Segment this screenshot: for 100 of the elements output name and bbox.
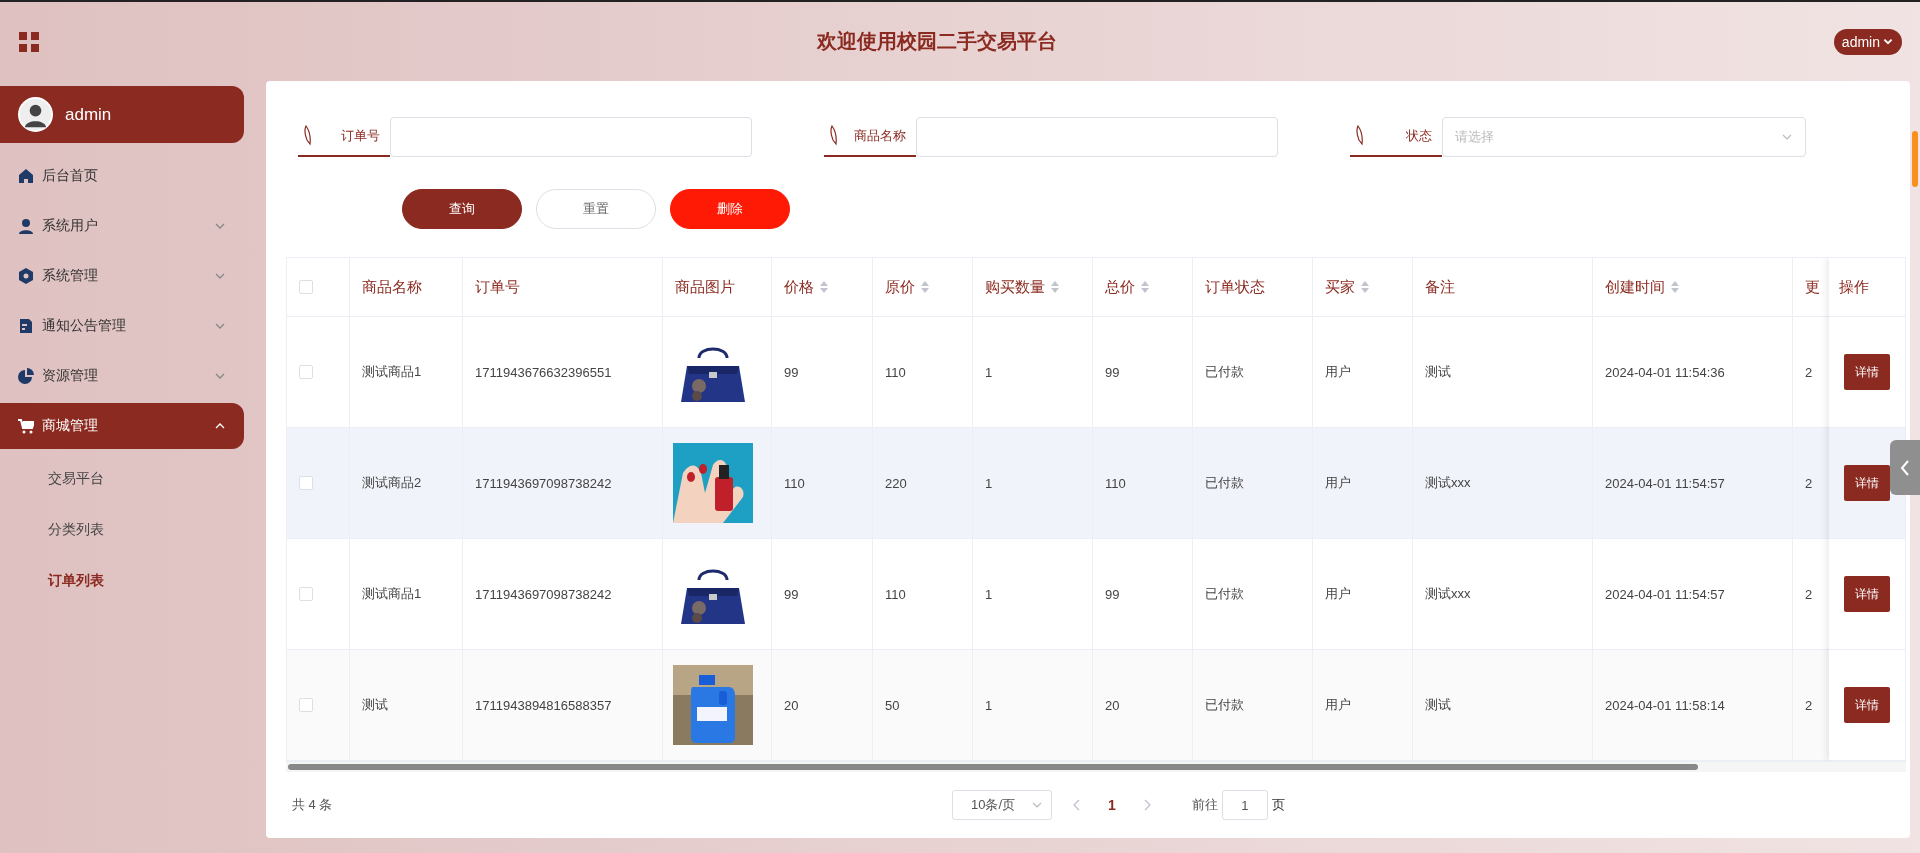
pen-icon bbox=[302, 125, 314, 147]
table-cell: 2024-04-01 11:54:36 bbox=[1605, 364, 1725, 380]
table-cell: 1 bbox=[985, 586, 993, 602]
table-cell: 110 bbox=[885, 586, 906, 602]
delete-button[interactable]: 删除 bbox=[670, 189, 790, 229]
table-cell: 2 bbox=[1805, 697, 1813, 713]
avatar bbox=[18, 97, 53, 132]
input-field[interactable] bbox=[390, 117, 752, 157]
table-cell: 测试 bbox=[1425, 363, 1451, 381]
menu-icon[interactable] bbox=[18, 30, 40, 53]
details-button[interactable]: 详情 bbox=[1844, 576, 1890, 612]
table-cell: 已付款 bbox=[1205, 585, 1244, 603]
sidebar-item[interactable]: 商城管理 bbox=[0, 403, 244, 449]
sort-icon[interactable] bbox=[1141, 281, 1149, 293]
table-cell: 2024-04-01 11:54:57 bbox=[1605, 475, 1725, 491]
page-input[interactable]: 1 bbox=[1221, 790, 1268, 820]
sort-icon[interactable] bbox=[1671, 281, 1679, 293]
table-cell: 测试xxx bbox=[1425, 585, 1471, 603]
column-header: 原价 bbox=[885, 277, 915, 297]
table-cell: 1711943697098738242 bbox=[475, 586, 612, 602]
sort-icon[interactable] bbox=[1051, 281, 1059, 293]
checkbox[interactable] bbox=[299, 476, 313, 490]
sidebar-item[interactable]: 系统管理 bbox=[0, 253, 244, 299]
checkbox[interactable] bbox=[299, 365, 313, 379]
sidebar-item[interactable]: 系统用户 bbox=[0, 203, 244, 249]
input-field[interactable] bbox=[916, 117, 1278, 157]
filter-label: 订单号 bbox=[341, 127, 381, 145]
table-cell: 2 bbox=[1805, 586, 1813, 602]
search-button[interactable]: 查询 bbox=[402, 189, 522, 229]
scrollbar-thumb[interactable] bbox=[288, 764, 1698, 770]
home-icon bbox=[18, 168, 34, 184]
column-header: 订单号 bbox=[475, 277, 520, 297]
table-cell: 1 bbox=[985, 475, 993, 491]
table-cell: 110 bbox=[885, 364, 906, 380]
column-header: 更 bbox=[1805, 277, 1820, 297]
checkbox[interactable] bbox=[299, 698, 313, 712]
table-cell: 已付款 bbox=[1205, 474, 1244, 492]
checkbox[interactable] bbox=[299, 280, 313, 294]
column-header: 备注 bbox=[1425, 277, 1455, 297]
table-cell: 220 bbox=[885, 475, 907, 491]
column-header: 操作 bbox=[1839, 277, 1869, 297]
table-cell: 测试商品1 bbox=[362, 363, 422, 381]
column-header: 购买数量 bbox=[985, 277, 1045, 297]
sort-icon[interactable] bbox=[820, 281, 828, 293]
total-count: 共 4 条 bbox=[292, 796, 334, 814]
table-cell: 99 bbox=[784, 586, 799, 602]
column-header: 商品图片 bbox=[675, 277, 735, 297]
details-button[interactable]: 详情 bbox=[1844, 354, 1890, 390]
sidebar-item[interactable]: 通知公告管理 bbox=[0, 303, 244, 349]
table-cell: 用户 bbox=[1325, 585, 1351, 603]
checkbox[interactable] bbox=[299, 587, 313, 601]
filter-label: 商品名称 bbox=[854, 127, 907, 145]
table-cell: 99 bbox=[784, 364, 799, 380]
table-cell: 测试商品2 bbox=[362, 474, 422, 492]
sort-icon[interactable] bbox=[921, 281, 929, 293]
column-header: 创建时间 bbox=[1605, 277, 1665, 297]
hexagon-icon bbox=[18, 268, 34, 284]
table-cell: 已付款 bbox=[1205, 363, 1244, 381]
table-cell: 2 bbox=[1805, 475, 1813, 491]
table-cell: 2 bbox=[1805, 364, 1813, 380]
side-tab[interactable] bbox=[1890, 440, 1920, 495]
table-cell: 测试商品1 bbox=[362, 585, 422, 603]
table-cell: 测试 bbox=[1425, 696, 1451, 714]
column-header: 买家 bbox=[1325, 277, 1355, 297]
page-size-select[interactable]: 10条/页 bbox=[952, 790, 1052, 820]
cart-icon bbox=[18, 418, 34, 434]
sort-icon[interactable] bbox=[1361, 281, 1369, 293]
table-cell: 110 bbox=[1105, 475, 1126, 491]
submenu-item[interactable]: 分类列表 bbox=[0, 504, 266, 555]
table-cell: 99 bbox=[1105, 586, 1120, 602]
table-cell: 20 bbox=[1105, 697, 1120, 713]
table-cell: 已付款 bbox=[1205, 696, 1244, 714]
pen-icon bbox=[1354, 125, 1366, 147]
column-header: 总价 bbox=[1105, 277, 1135, 297]
details-button[interactable]: 详情 bbox=[1844, 465, 1890, 501]
table-cell: 测试xxx bbox=[1425, 474, 1471, 492]
reset-button[interactable]: 重置 bbox=[536, 189, 656, 229]
details-button[interactable]: 详情 bbox=[1844, 687, 1890, 723]
chevron-left-icon bbox=[1899, 458, 1911, 477]
column-header: 价格 bbox=[784, 277, 814, 297]
table-cell: 1711943697098738242 bbox=[475, 475, 612, 491]
scrollbar-thumb[interactable] bbox=[1912, 131, 1918, 187]
column-header: 商品名称 bbox=[362, 277, 422, 297]
table-cell: 测试 bbox=[362, 696, 388, 714]
sidebar-item[interactable]: 后台首页 bbox=[0, 153, 244, 199]
table-cell: 用户 bbox=[1325, 696, 1351, 714]
pie-chart-icon bbox=[18, 368, 34, 384]
table-cell: 99 bbox=[1105, 364, 1120, 380]
pen-icon bbox=[828, 125, 840, 147]
table-cell: 用户 bbox=[1325, 474, 1351, 492]
submenu-item[interactable]: 交易平台 bbox=[0, 453, 266, 504]
submenu-item[interactable]: 订单列表 bbox=[0, 555, 266, 606]
column-header: 订单状态 bbox=[1205, 277, 1265, 297]
user-menu[interactable]: admin bbox=[1833, 28, 1902, 55]
filter-label: 状态 bbox=[1406, 127, 1433, 145]
page-number[interactable]: 1 bbox=[1102, 796, 1122, 814]
user-icon bbox=[18, 218, 34, 234]
sidebar-item[interactable]: 资源管理 bbox=[0, 353, 244, 399]
table-cell: 2024-04-01 11:58:14 bbox=[1605, 697, 1725, 713]
table-cell: 1 bbox=[985, 364, 993, 380]
